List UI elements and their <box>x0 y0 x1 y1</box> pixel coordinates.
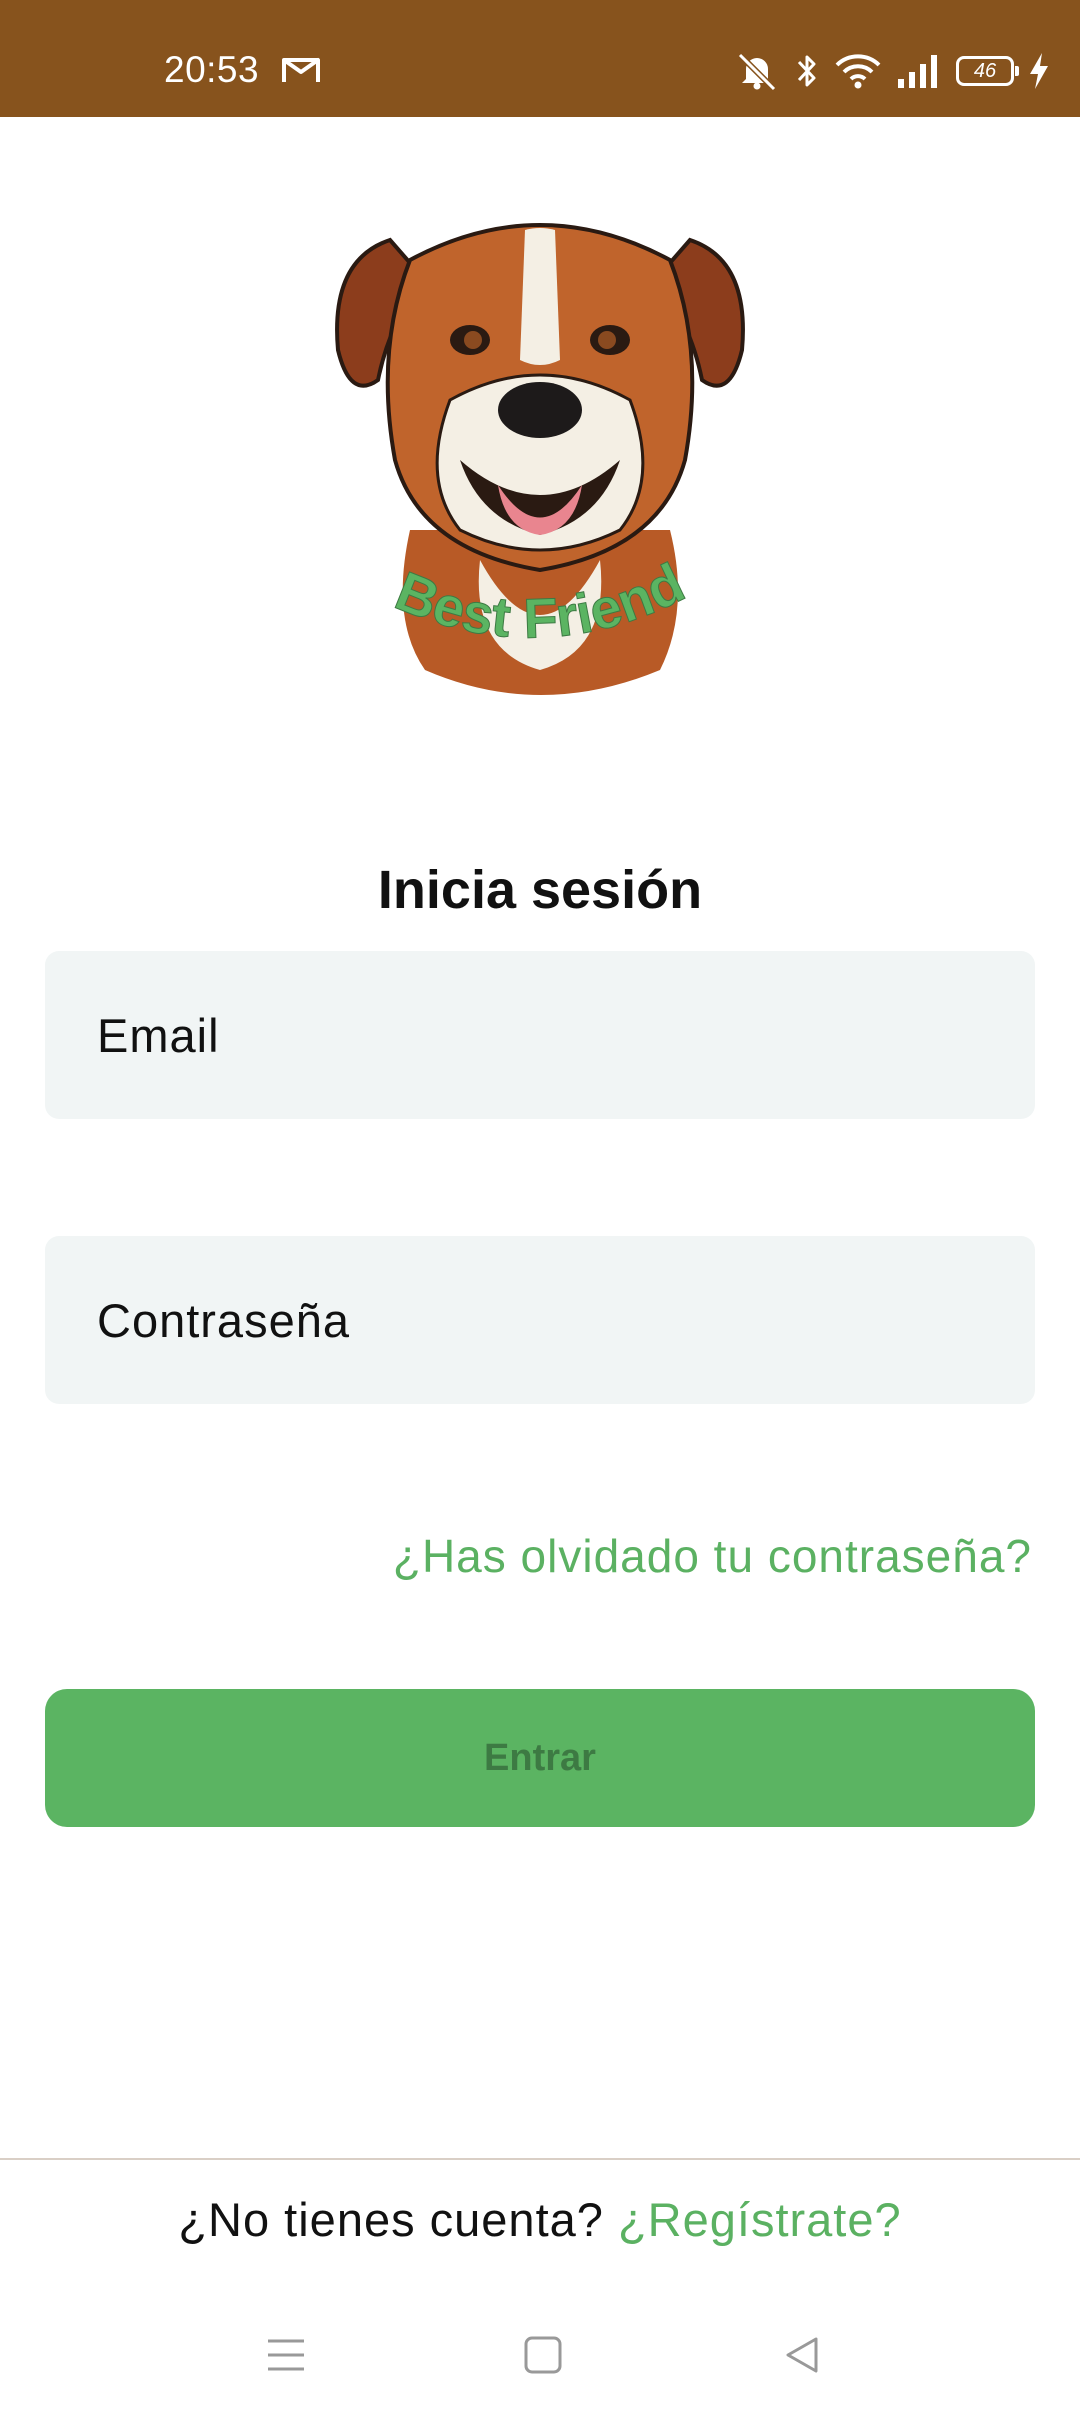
gmail-icon <box>282 58 320 82</box>
battery-level: 46 <box>973 60 997 82</box>
footer-divider <box>0 2158 1080 2160</box>
boxer-dog-logo: Best Friend <box>335 223 745 695</box>
bluetooth-icon <box>797 55 816 87</box>
menu-icon <box>268 2339 304 2371</box>
signup-prompt: ¿No tienes cuenta? ¿Regístrate? <box>0 2188 1080 2252</box>
wifi-icon <box>835 54 881 89</box>
back-icon <box>786 2337 818 2373</box>
password-field[interactable] <box>45 1236 1035 1404</box>
back-button[interactable] <box>762 2320 842 2390</box>
system-nav-bar <box>0 2300 1080 2412</box>
status-time: 20:53 <box>164 49 260 90</box>
signal-icon <box>898 55 937 88</box>
forgot-password-link[interactable]: ¿Has olvidado tu contraseña? <box>393 1526 1032 1586</box>
page-title: Inicia sesión <box>377 860 703 920</box>
status-icons: 46 <box>734 46 1050 96</box>
home-button[interactable] <box>503 2320 583 2390</box>
register-link[interactable]: ¿Regístrate? <box>618 2193 902 2246</box>
enter-button[interactable]: Entrar <box>45 1689 1035 1827</box>
mute-icon <box>737 52 777 91</box>
email-input[interactable] <box>95 1006 1035 1064</box>
charging-icon <box>1030 53 1048 89</box>
status-bar: 20:53 46 <box>0 0 1080 117</box>
home-icon <box>524 2336 562 2374</box>
menu-button[interactable] <box>246 2320 326 2390</box>
email-field[interactable] <box>45 951 1035 1119</box>
no-account-text: ¿No tienes cuenta? <box>178 2193 604 2246</box>
password-input[interactable] <box>95 1291 1035 1349</box>
battery-icon: 46 <box>956 56 1019 86</box>
